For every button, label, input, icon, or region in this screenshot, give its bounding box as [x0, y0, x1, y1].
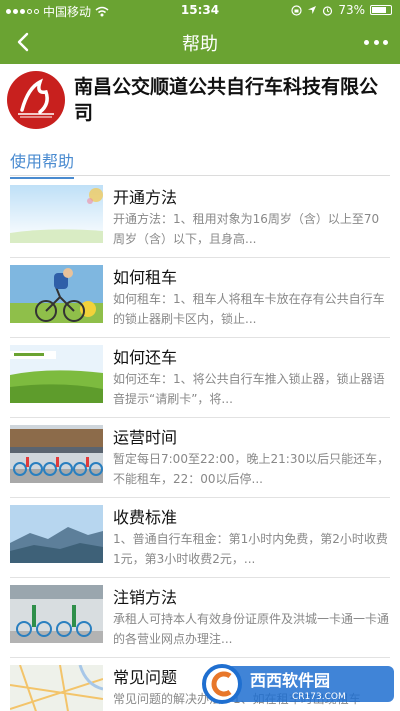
help-item-desc: 如何还车：1、将公共自行车推入锁止器，锁止器语音提示“请刷卡”，将...: [113, 372, 385, 406]
more-dots-icon: [364, 39, 369, 45]
help-item-title: 开通方法: [113, 188, 178, 207]
company-header: 南昌公交顺道公共自行车科技有限公司: [0, 64, 400, 144]
help-item-title: 运营时间: [113, 428, 178, 447]
watermark: 西西软件园 CR173.COM: [196, 660, 396, 706]
help-item-desc: 暂定每日7:00至22:00，晚上21:30以后只能还车，不能租车，22：00以…: [113, 452, 390, 486]
thumbnail-map-image: [10, 665, 103, 711]
more-button[interactable]: [364, 30, 388, 54]
battery-percent: 73%: [338, 3, 365, 17]
help-item-desc: 如何租车：1、租车人将租车卡放在存有公共自行车的锁止器刷卡区内，锁止...: [113, 292, 385, 326]
help-item-fees[interactable]: 收费标准 1、普通自行车租金：第1小时内免费，第2小时收费1元，第3小时收费2元…: [10, 498, 390, 578]
thumbnail-cyclist-image: [10, 265, 103, 323]
thumbnail-sky-image: [10, 185, 103, 243]
help-item-title: 如何还车: [113, 348, 178, 367]
help-item-return[interactable]: 如何还车 如何还车：1、将公共自行车推入锁止器，锁止器语音提示“请刷卡”，将..…: [10, 338, 390, 418]
help-list: 开通方法 开通方法：1、租用对象为16周岁（含）以上至70周岁（含）以下，且身高…: [10, 178, 390, 711]
tab-usage-help[interactable]: 使用帮助: [10, 148, 75, 179]
help-item-desc: 承租人可持本人有效身份证原件及洪城一卡通一卡通的各营业网点办理注...: [113, 612, 390, 646]
svg-text:西西软件园: 西西软件园: [250, 671, 330, 690]
thumbnail-bike-rack-image: [10, 585, 103, 643]
help-item-title: 注销方法: [113, 588, 178, 607]
help-item-cancel[interactable]: 注销方法 承租人可持本人有效身份证原件及洪城一卡通一卡通的各营业网点办理注...: [10, 578, 390, 658]
status-bar: 中国移动 15:34 73%: [0, 0, 400, 20]
section-tabs: 使用帮助: [10, 146, 390, 179]
help-item-title: 如何租车: [113, 268, 178, 287]
company-logo: [7, 71, 65, 129]
battery-icon: [370, 5, 392, 15]
location-icon: [308, 6, 317, 14]
nav-bar: 帮助: [0, 20, 400, 64]
lock-rotation-icon: [291, 4, 302, 16]
help-item-desc: 开通方法：1、租用对象为16周岁（含）以上至70周岁（含）以下，且身高...: [113, 212, 380, 246]
page-title: 帮助: [182, 34, 218, 55]
help-item-title: 常见问题: [113, 668, 178, 687]
thumbnail-meadow-image: [10, 345, 103, 403]
company-name: 南昌公交顺道公共自行车科技有限公司: [74, 76, 379, 124]
help-item-desc: 1、普通自行车租金：第1小时内免费，第2小时收费1元，第3小时收费2元，...: [113, 532, 388, 566]
help-item-hours[interactable]: 运营时间 暂定每日7:00至22:00，晚上21:30以后只能还车，不能租车，2…: [10, 418, 390, 498]
thumbnail-mountain-image: [10, 505, 103, 563]
thumbnail-bike-station-image: [10, 425, 103, 483]
alarm-icon: [323, 5, 333, 16]
status-right-group: 73%: [291, 3, 392, 17]
help-item-rent[interactable]: 如何租车 如何租车：1、租车人将租车卡放在存有公共自行车的锁止器刷卡区内，锁止.…: [10, 258, 390, 338]
svg-text:CR173.COM: CR173.COM: [292, 692, 346, 702]
help-item-open[interactable]: 开通方法 开通方法：1、租用对象为16周岁（含）以上至70周岁（含）以下，且身高…: [10, 178, 390, 258]
help-item-title: 收费标准: [113, 508, 178, 527]
